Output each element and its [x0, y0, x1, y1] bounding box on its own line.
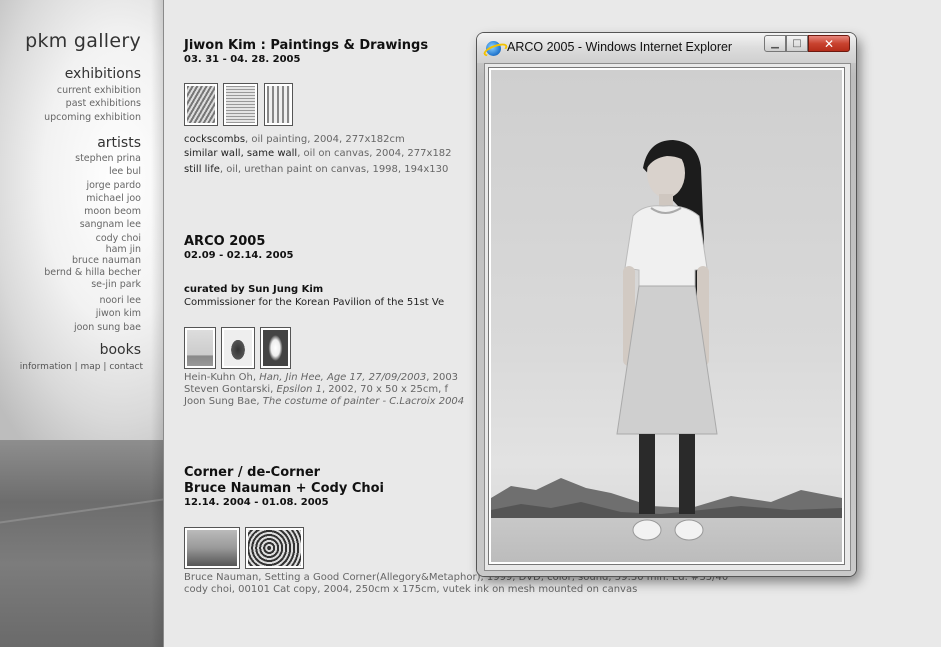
artwork-caption: cockscombs, oil painting, 2004, 277x182c…	[184, 134, 405, 145]
artwork-thumbnail[interactable]	[260, 327, 291, 369]
nav-artist-lee-bul[interactable]: lee bul	[44, 165, 141, 178]
nav-artist-stephen-prina[interactable]: stephen prina	[44, 152, 141, 165]
footer-separator: |	[74, 362, 78, 372]
standing-girl-figure	[616, 140, 718, 541]
exhibition-title[interactable]: Jiwon Kim : Paintings & Drawings	[184, 38, 428, 54]
artwork-thumbnail[interactable]	[223, 83, 258, 126]
artwork-caption: similar wall, same wall, oil on canvas, …	[184, 148, 452, 159]
commissioner-line: Commissioner for the Korean Pavilion of …	[184, 297, 445, 308]
artwork-thumbnail[interactable]	[184, 327, 216, 369]
nav-current-exhibition[interactable]: current exhibition	[44, 84, 141, 97]
artwork-thumbnail[interactable]	[184, 527, 240, 569]
window-content	[484, 63, 851, 571]
footer-information-link[interactable]: information	[20, 362, 72, 372]
sidebar-floor-image	[0, 440, 163, 647]
artwork-caption: Joon Sung Bae, The costume of painter - …	[184, 396, 465, 407]
exhibition-title[interactable]: Corner / de-Corner	[184, 465, 320, 481]
site-logo[interactable]: pkm gallery	[25, 30, 141, 52]
exhibition-date: 12.14. 2004 - 01.08. 2005	[184, 497, 329, 508]
artwork-caption: still life, oil, urethan paint on canvas…	[184, 164, 449, 175]
exhibition-date: 02.09 - 02.14. 2005	[184, 250, 294, 261]
artwork-thumbnail[interactable]	[264, 83, 293, 126]
nav-artist-michael-joo[interactable]: michael joo	[44, 192, 141, 205]
nav-exhibitions-list: current exhibition past exhibitions upco…	[44, 84, 141, 124]
footer-map-link[interactable]: map	[81, 362, 101, 372]
popup-window[interactable]: ARCO 2005 - Windows Internet Explorer ▁ …	[477, 33, 856, 576]
nav-past-exhibitions[interactable]: past exhibitions	[44, 97, 141, 110]
artwork-thumbnail[interactable]	[184, 83, 218, 126]
artwork-caption: Hein-Kuhn Oh, Han, Jin Hee, Age 17, 27/0…	[184, 372, 459, 383]
nav-artist-jorge-pardo[interactable]: jorge pardo	[44, 179, 141, 192]
close-button[interactable]: ✕	[808, 35, 850, 52]
minimize-button[interactable]: ▁	[764, 35, 786, 52]
nav-artist-bernd-hilla-becher[interactable]: bernd & hilla becher	[44, 267, 141, 279]
artwork-caption: cody choi, 00101 Cat copy, 2004, 250cm x…	[184, 584, 638, 595]
internet-explorer-icon	[486, 41, 501, 56]
nav-books-heading[interactable]: books	[100, 342, 141, 358]
sidebar-divider	[163, 0, 164, 647]
window-titlebar[interactable]: ARCO 2005 - Windows Internet Explorer ▁ …	[477, 33, 856, 63]
artwork-thumbnail[interactable]	[221, 327, 255, 369]
nav-artist-jiwon-kim[interactable]: jiwon kim	[44, 307, 141, 320]
nav-artist-bruce-nauman[interactable]: bruce nauman	[44, 255, 141, 267]
window-controls: ▁ □ ✕	[764, 35, 850, 53]
artwork-photo	[491, 70, 842, 562]
photo-frame	[488, 67, 845, 565]
footer-links: information | map | contact	[20, 362, 143, 372]
artwork-thumbnail[interactable]	[245, 527, 304, 569]
nav-exhibitions-heading[interactable]: exhibitions	[65, 66, 141, 82]
nav-upcoming-exhibition[interactable]: upcoming exhibition	[44, 111, 141, 124]
artwork-caption: Steven Gontarski, Epsilon 1, 2002, 70 x …	[184, 384, 448, 395]
exhibition-title[interactable]: ARCO 2005	[184, 234, 265, 250]
exhibition-subtitle[interactable]: Bruce Nauman + Cody Choi	[184, 481, 384, 497]
nav-artist-noori-lee[interactable]: noori lee	[44, 294, 141, 307]
curator-line: curated by Sun Jung Kim	[184, 284, 324, 295]
sidebar: pkm gallery exhibitions current exhibiti…	[0, 0, 163, 647]
nav-artist-moon-beom[interactable]: moon beom	[44, 205, 141, 218]
maximize-button[interactable]: □	[786, 35, 808, 52]
footer-separator: |	[103, 362, 107, 372]
window-title: ARCO 2005 - Windows Internet Explorer	[507, 40, 733, 54]
footer-contact-link[interactable]: contact	[109, 362, 143, 372]
nav-artist-se-jin-park[interactable]: se-jin park	[44, 279, 141, 290]
exhibition-date: 03. 31 - 04. 28. 2005	[184, 54, 301, 65]
nav-artist-cody-choi[interactable]: cody choi	[44, 232, 141, 245]
nav-artists-list: stephen prina lee bul jorge pardo michae…	[44, 152, 141, 334]
nav-artist-joon-sung-bae[interactable]: joon sung bae	[44, 321, 141, 334]
nav-artist-ham-jin[interactable]: ham jin	[44, 245, 141, 255]
nav-artists-heading[interactable]: artists	[97, 135, 141, 151]
nav-artist-sangnam-lee[interactable]: sangnam lee	[44, 218, 141, 231]
sidebar-shadow	[151, 0, 163, 647]
